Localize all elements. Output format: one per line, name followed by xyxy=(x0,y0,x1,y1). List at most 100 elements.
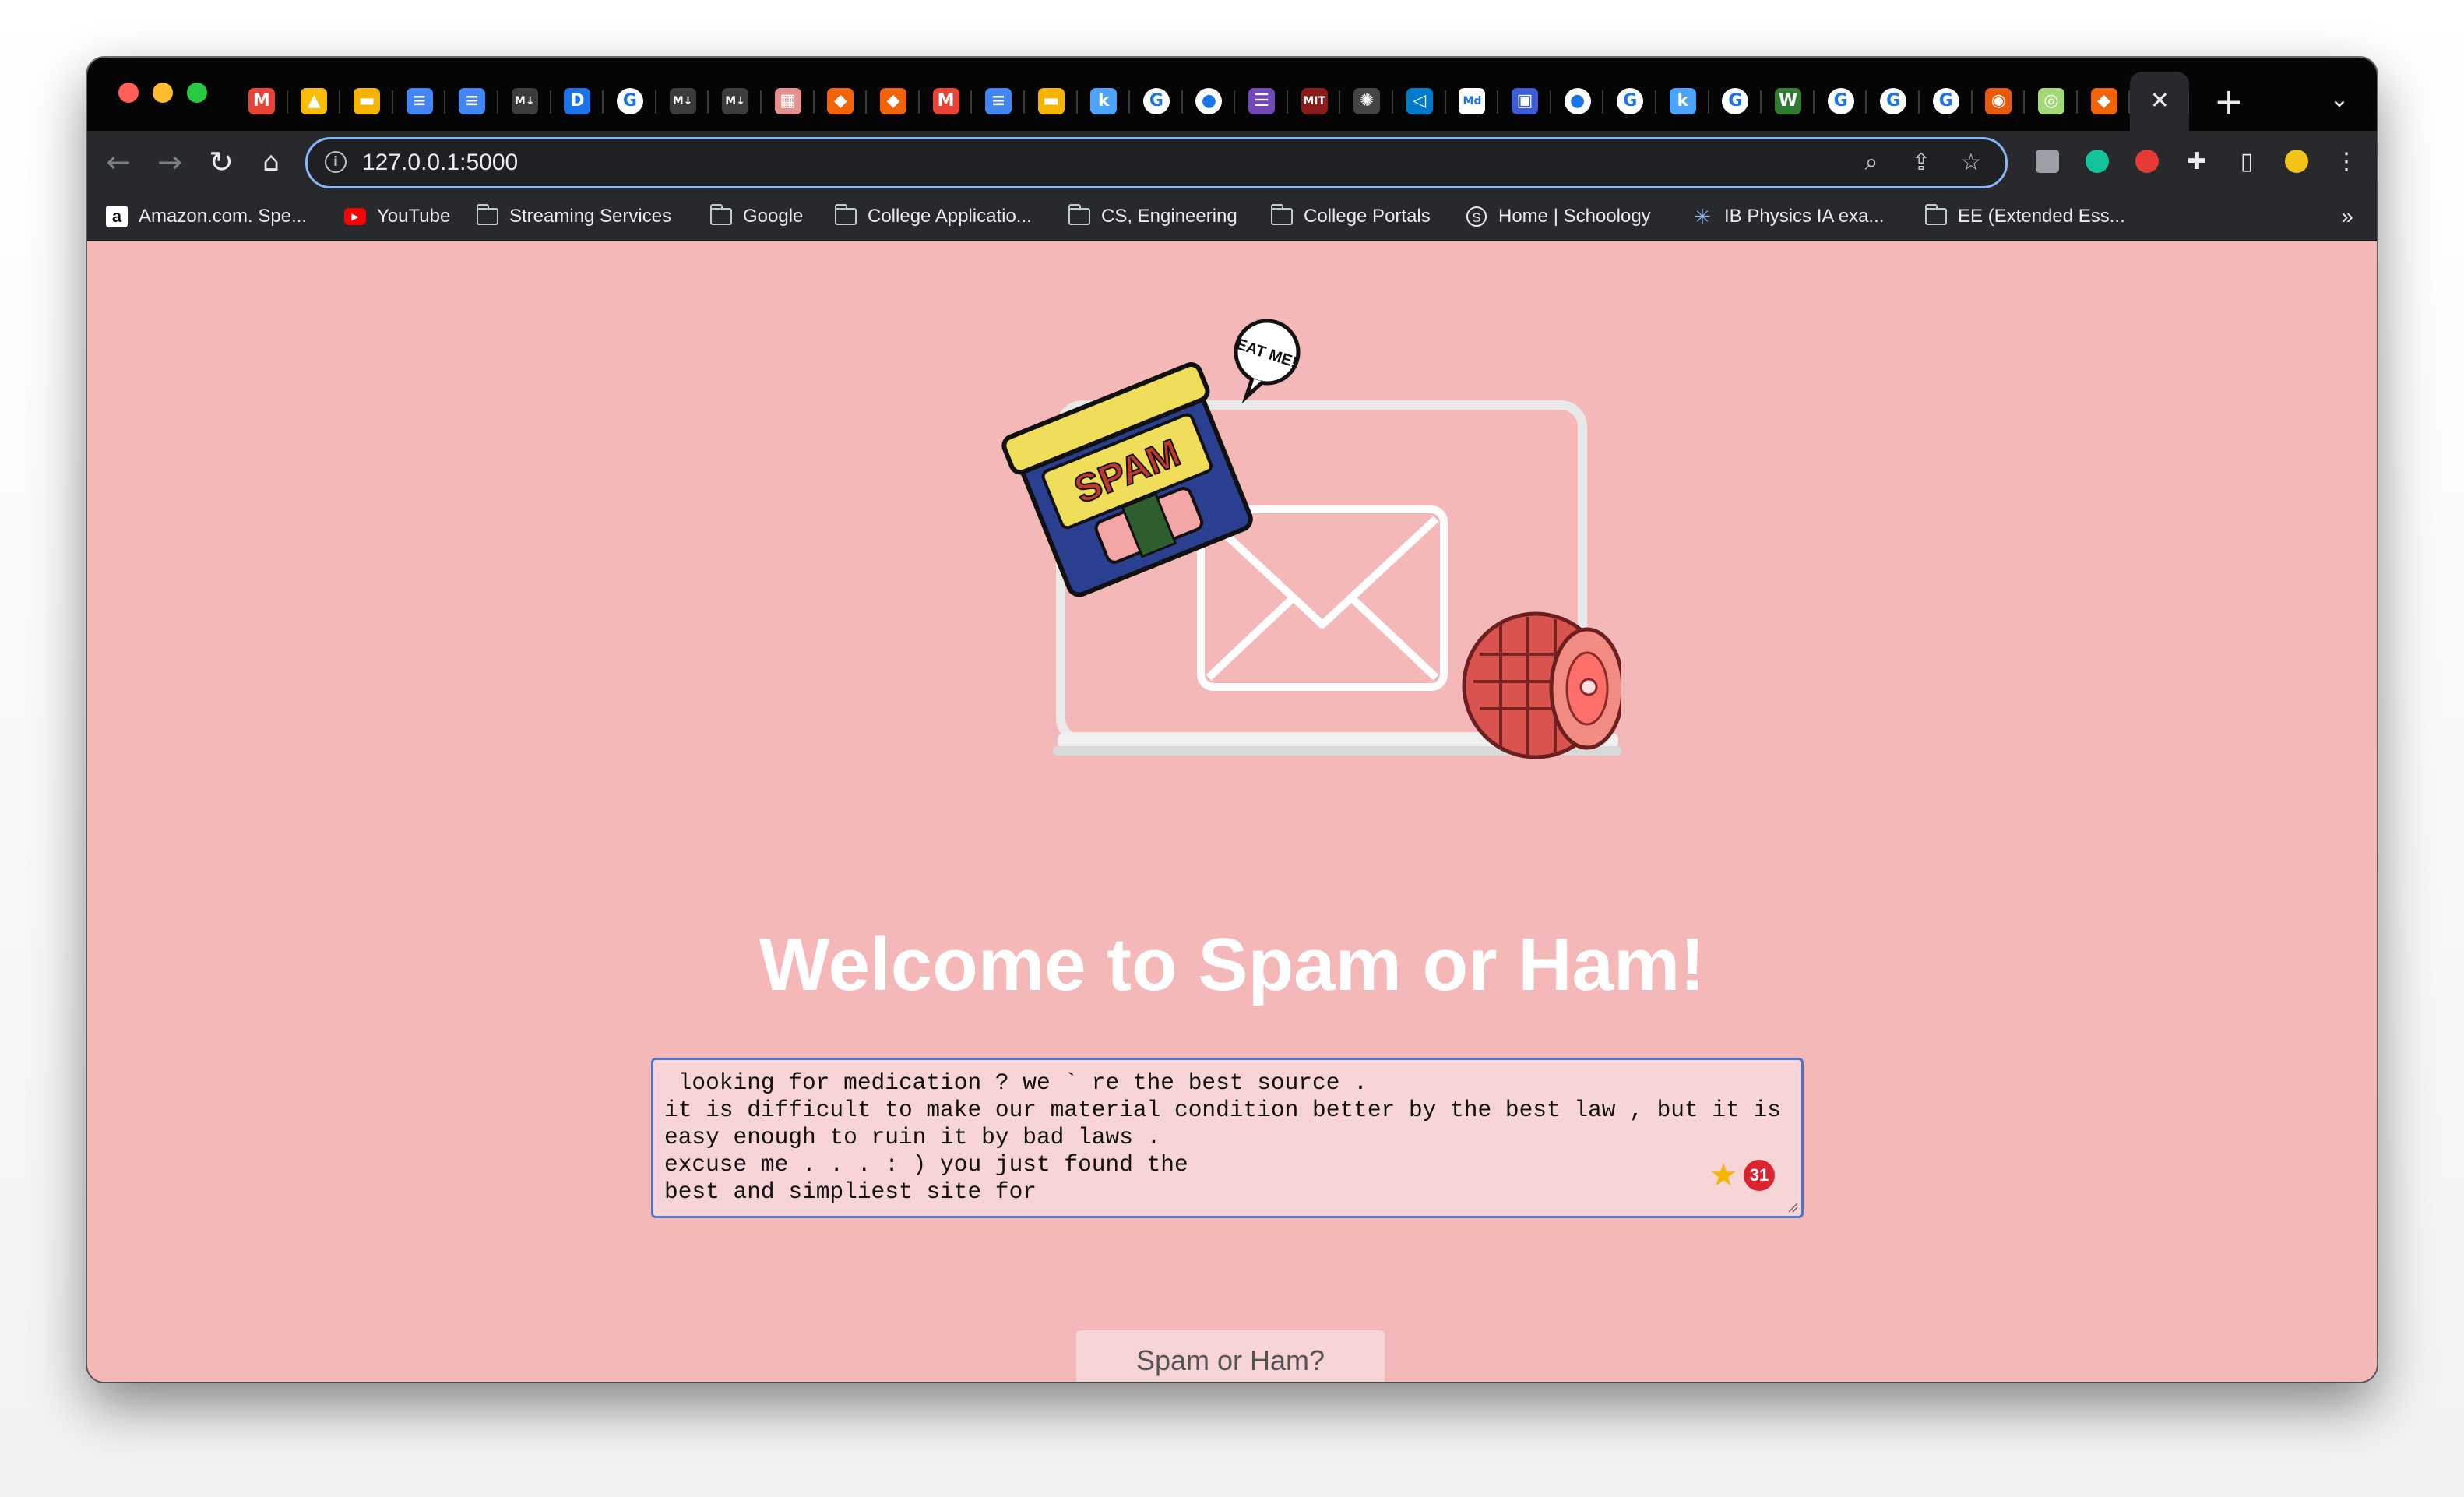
bookmark-star-icon[interactable]: ☆ xyxy=(1952,144,1990,181)
bookmark-item[interactable]: Streaming Services xyxy=(476,193,671,240)
tab-search-icon[interactable]: ⌄ xyxy=(2321,81,2358,118)
browser-tab[interactable]: ◆ xyxy=(867,72,920,131)
browser-menu-icon[interactable]: ⋮ xyxy=(2325,140,2367,182)
physics-icon: ✳ xyxy=(1694,205,1711,228)
bookmarks-bar: » a Amazon.com. Spe... ▶ YouTube Streaming S… xyxy=(87,193,2377,241)
bookmark-item[interactable]: ▶ YouTube xyxy=(344,193,450,240)
bookmark-item[interactable]: CS, Engineering xyxy=(1068,193,1237,240)
bookmark-label: Google xyxy=(743,206,804,227)
new-tab-button[interactable]: + xyxy=(2205,78,2252,125)
github-icon: ● xyxy=(1564,88,1591,114)
bookmark-item[interactable]: College Portals xyxy=(1270,193,1431,240)
md-icon: Md xyxy=(1459,88,1486,114)
extensions-puzzle-icon[interactable]: ✚ xyxy=(2176,140,2218,182)
browser-tab[interactable]: ◉ xyxy=(1973,72,2026,131)
bookmark-item[interactable]: S Home | Schoology xyxy=(1466,193,1651,240)
zoom-window-button[interactable] xyxy=(187,83,207,103)
browser-tab[interactable]: ☰ xyxy=(1235,72,1288,131)
browser-tab[interactable]: ≡ xyxy=(972,72,1025,131)
google-slides-icon: ▬ xyxy=(353,88,380,114)
extension-translate-icon[interactable] xyxy=(2026,140,2068,182)
browser-tab[interactable]: G xyxy=(1709,72,1762,131)
browser-tab[interactable]: ● xyxy=(1551,72,1604,131)
gmail-icon: M xyxy=(248,88,275,114)
spam-can-icon: SPAM xyxy=(1001,362,1253,597)
resize-handle-icon[interactable] xyxy=(1787,1202,1798,1213)
browser-tab[interactable]: M↓ xyxy=(656,72,709,131)
message-textarea[interactable]: looking for medication ? we ` re the bes… xyxy=(651,1058,1804,1218)
address-bar-url[interactable]: 127.0.0.1:5000 xyxy=(362,139,518,186)
browser-tab[interactable]: G xyxy=(1130,72,1183,131)
close-icon[interactable]: ✕ xyxy=(2146,88,2173,114)
bookmark-item[interactable]: Google xyxy=(709,193,804,240)
browser-tab[interactable]: ≡ xyxy=(393,72,446,131)
browser-tab[interactable]: ▦ xyxy=(762,72,815,131)
reload-button[interactable]: ↻ xyxy=(198,139,245,185)
browser-tab[interactable]: M xyxy=(235,72,288,131)
browser-tab[interactable]: G xyxy=(1867,72,1920,131)
grammarly-icon[interactable] xyxy=(2076,140,2118,182)
w-app-icon: W xyxy=(1775,88,1802,114)
address-bar[interactable]: i 127.0.0.1:5000 ⌕ ⇪ ☆ xyxy=(305,137,2008,188)
browser-toolbar: ← → ↻ ⌂ i 127.0.0.1:5000 ⌕ ⇪ ☆ ✚ ▯ ⋮ xyxy=(87,131,2377,193)
google-docs-icon: ≡ xyxy=(406,88,433,114)
minimize-window-button[interactable] xyxy=(153,83,173,103)
browser-tab[interactable]: M xyxy=(920,72,973,131)
bookmark-item[interactable]: ✳ IB Physics IA exa... xyxy=(1691,193,1884,240)
calendar-badge-icon[interactable]: 31 xyxy=(1744,1160,1775,1191)
browser-tab[interactable]: ◁ xyxy=(1393,72,1446,131)
amazon-icon: a xyxy=(106,206,128,227)
google-icon: G xyxy=(1827,88,1854,114)
bookmark-item[interactable]: EE (Extended Ess... xyxy=(1924,193,2125,240)
google-icon: G xyxy=(1880,88,1907,114)
bookmark-label: CS, Engineering xyxy=(1101,206,1237,227)
browser-tab[interactable]: G xyxy=(1920,72,1973,131)
block-extension-icon[interactable] xyxy=(2126,140,2168,182)
browser-tab[interactable]: G xyxy=(604,72,656,131)
browser-tab[interactable]: ◆ xyxy=(2078,72,2131,131)
browser-tab[interactable]: k xyxy=(1078,72,1131,131)
browser-tab[interactable]: ▬ xyxy=(1025,72,1078,131)
browser-tab[interactable]: Md xyxy=(1446,72,1499,131)
close-window-button[interactable] xyxy=(118,83,139,103)
bookmarks-overflow-button[interactable]: » xyxy=(2341,193,2353,240)
back-button[interactable]: ← xyxy=(95,139,142,185)
bookmark-item[interactable]: College Applicatio... xyxy=(834,193,1032,240)
k-app-icon: k xyxy=(1090,88,1118,114)
star-icon[interactable]: ★ xyxy=(1709,1160,1737,1191)
browser-tab[interactable]: D xyxy=(551,72,604,131)
browser-tab[interactable]: MIT xyxy=(1288,72,1341,131)
home-button[interactable]: ⌂ xyxy=(248,139,294,185)
browser-tab[interactable]: ▬ xyxy=(340,72,393,131)
browser-tab[interactable]: G xyxy=(1603,72,1656,131)
browser-tab[interactable]: M↓ xyxy=(709,72,762,131)
browser-tab[interactable]: ● xyxy=(1183,72,1236,131)
browser-tab[interactable]: k xyxy=(1656,72,1709,131)
spam-or-ham-button[interactable]: Spam or Ham? xyxy=(1076,1330,1385,1382)
browser-tab[interactable]: ◎ xyxy=(2025,72,2078,131)
browser-tab[interactable]: M↓ xyxy=(498,72,551,131)
bookmark-item[interactable]: a Amazon.com. Spe... xyxy=(106,193,307,240)
tab-list: M ▲ ▬ ≡ ≡ M↓ D G M↓ M↓ ▦ ◆ ◆ M ≡ ▬ k G ● ☰ MIT ✺ ◁ Md ▣ ● Gk G W G G G ◉… xyxy=(235,72,2190,131)
browser-tab[interactable]: ◆ xyxy=(815,72,868,131)
active-tab[interactable]: ✕ xyxy=(2130,72,2190,131)
browser-tab[interactable]: ✺ xyxy=(1340,72,1393,131)
browser-window: M ▲ ▬ ≡ ≡ M↓ D G M↓ M↓ ▦ ◆ ◆ M ≡ ▬ k G ● ☰ MIT ✺ ◁ Md ▣ ● Gk G W G G G ◉… xyxy=(87,58,2377,1382)
browser-tab[interactable]: ▣ xyxy=(1498,72,1551,131)
browser-tab[interactable]: G xyxy=(1815,72,1867,131)
zoom-icon[interactable]: ⌕ xyxy=(1853,144,1890,181)
share-icon[interactable]: ⇪ xyxy=(1903,144,1940,181)
ham-icon xyxy=(1462,611,1621,759)
browser-tab[interactable]: ▲ xyxy=(288,72,341,131)
k-app-icon: k xyxy=(1669,88,1696,114)
browser-tab[interactable]: W xyxy=(1762,72,1815,131)
site-info-icon[interactable]: i xyxy=(325,151,347,173)
gmail-icon: M xyxy=(932,88,959,114)
browser-tab[interactable]: ≡ xyxy=(445,72,498,131)
side-panel-icon[interactable]: ▯ xyxy=(2226,140,2268,182)
profile-avatar-icon[interactable] xyxy=(2276,140,2318,182)
message-text[interactable]: looking for medication ? we ` re the bes… xyxy=(664,1069,1793,1206)
forms-icon: ☰ xyxy=(1248,88,1276,114)
folder-icon xyxy=(709,204,732,227)
forward-button[interactable]: → xyxy=(146,139,193,185)
